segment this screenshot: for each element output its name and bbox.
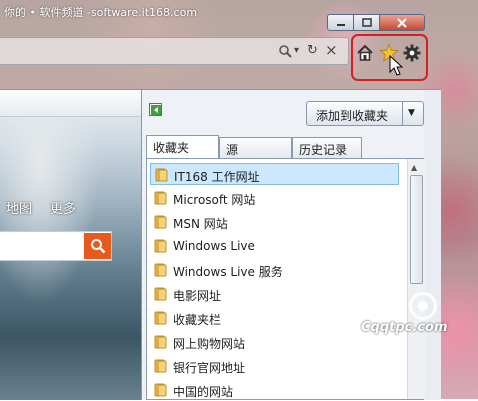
web-page-view: 地图 更多 <box>0 90 141 400</box>
tab-favorites[interactable]: 收藏夹 <box>146 135 219 159</box>
search-icon <box>90 239 105 254</box>
favorites-list-item[interactable]: Microsoft 网站 <box>154 187 396 209</box>
folder-icon <box>154 335 167 349</box>
nav-link-more[interactable]: 更多 <box>50 198 76 217</box>
favorites-item-label: 电影网址 <box>173 289 222 303</box>
folder-icon <box>154 311 167 325</box>
refresh-icon[interactable]: ↻ <box>307 43 318 58</box>
folder-icon <box>154 359 167 373</box>
favorites-list: ▲ IT168 工作网址 Microsoft 网站 MSN 网站 Windows Li… <box>146 158 425 401</box>
favorites-list-item[interactable]: 电影网址 <box>154 283 396 305</box>
minimize-button[interactable] <box>327 14 354 31</box>
vertical-scrollbar[interactable]: ▲ <box>407 159 425 399</box>
favorites-list-item[interactable]: IT168 工作网址 <box>150 163 399 185</box>
mouse-cursor-icon <box>389 55 404 76</box>
favorites-item-label: 网上购物网站 <box>173 337 246 351</box>
maximize-button[interactable] <box>354 14 380 31</box>
pin-panel-button[interactable] <box>149 103 162 116</box>
favorites-list-item[interactable]: 中国的网站 <box>154 379 396 401</box>
address-dropdown-icon[interactable]: ▾ <box>294 45 299 56</box>
maximize-icon <box>361 18 372 27</box>
folder-icon <box>154 191 167 205</box>
stop-icon[interactable]: × <box>325 41 338 59</box>
scrollbar-thumb[interactable] <box>410 175 423 284</box>
minimize-icon <box>336 23 345 26</box>
favorites-list-item[interactable]: Windows Live 服务 <box>154 259 396 281</box>
page-top-strip <box>0 90 141 117</box>
folder-icon <box>154 383 167 397</box>
watermark-logo <box>409 292 437 320</box>
split-divider <box>402 102 403 125</box>
favorites-list-item[interactable]: 收藏夹栏 <box>154 307 396 329</box>
favorites-list-item[interactable]: Windows Live <box>154 235 396 257</box>
window-controls <box>327 14 425 31</box>
favorites-list-item[interactable]: 网上购物网站 <box>154 331 396 353</box>
home-icon[interactable] <box>356 44 374 62</box>
favorites-item-label: IT168 工作网址 <box>174 170 260 184</box>
gear-icon[interactable] <box>403 44 421 62</box>
add-to-favorites-label: 添加到收藏夹 <box>316 109 389 123</box>
nav-link-map[interactable]: 地图 <box>6 198 32 217</box>
folder-icon <box>154 239 167 253</box>
pin-arrow-icon <box>151 105 161 115</box>
close-icon <box>397 17 407 28</box>
favorites-list-item[interactable]: MSN 网站 <box>154 211 396 233</box>
favorites-center-panel: 添加到收藏夹 ▼ 收藏夹 源 历史记录 ▲ IT168 工作网址 Microsof… <box>141 90 425 401</box>
favorites-item-label: 收藏夹栏 <box>173 313 222 327</box>
add-to-favorites-button[interactable]: 添加到收藏夹 ▼ <box>306 101 424 126</box>
favorites-list-item[interactable]: 银行官网地址 <box>154 355 396 377</box>
chevron-down-icon[interactable]: ▼ <box>408 108 415 118</box>
folder-icon <box>154 215 167 229</box>
folder-icon <box>154 287 167 301</box>
favorites-item-label: Microsoft 网站 <box>173 193 256 207</box>
browser-content: 地图 更多 添加到收藏夹 ▼ 收藏夹 源 历史记录 ▲ IT168 工作网址 M… <box>0 89 441 400</box>
favorites-item-label: 中国的网站 <box>173 385 234 399</box>
favorites-item-label: Windows Live 服务 <box>173 265 283 279</box>
close-button[interactable] <box>380 14 425 31</box>
address-bar[interactable]: ▾ ↻ × <box>0 37 349 65</box>
search-icon[interactable] <box>279 45 292 58</box>
favorites-item-label: MSN 网站 <box>173 217 228 231</box>
watermark-top: 你的 • 软件频道 -software.it168.com <box>4 6 198 19</box>
scroll-up-arrow-icon[interactable]: ▲ <box>411 163 417 172</box>
favorites-item-label: Windows Live <box>173 239 255 253</box>
tab-history[interactable]: 历史记录 <box>292 137 362 158</box>
tab-feeds[interactable]: 源 <box>219 137 292 158</box>
web-search-button[interactable] <box>84 233 111 259</box>
folder-icon <box>154 263 167 277</box>
favorites-item-label: 银行官网地址 <box>173 361 246 375</box>
folder-icon <box>155 168 168 182</box>
watermark-bottom: Cqqtpc.com <box>361 320 448 335</box>
